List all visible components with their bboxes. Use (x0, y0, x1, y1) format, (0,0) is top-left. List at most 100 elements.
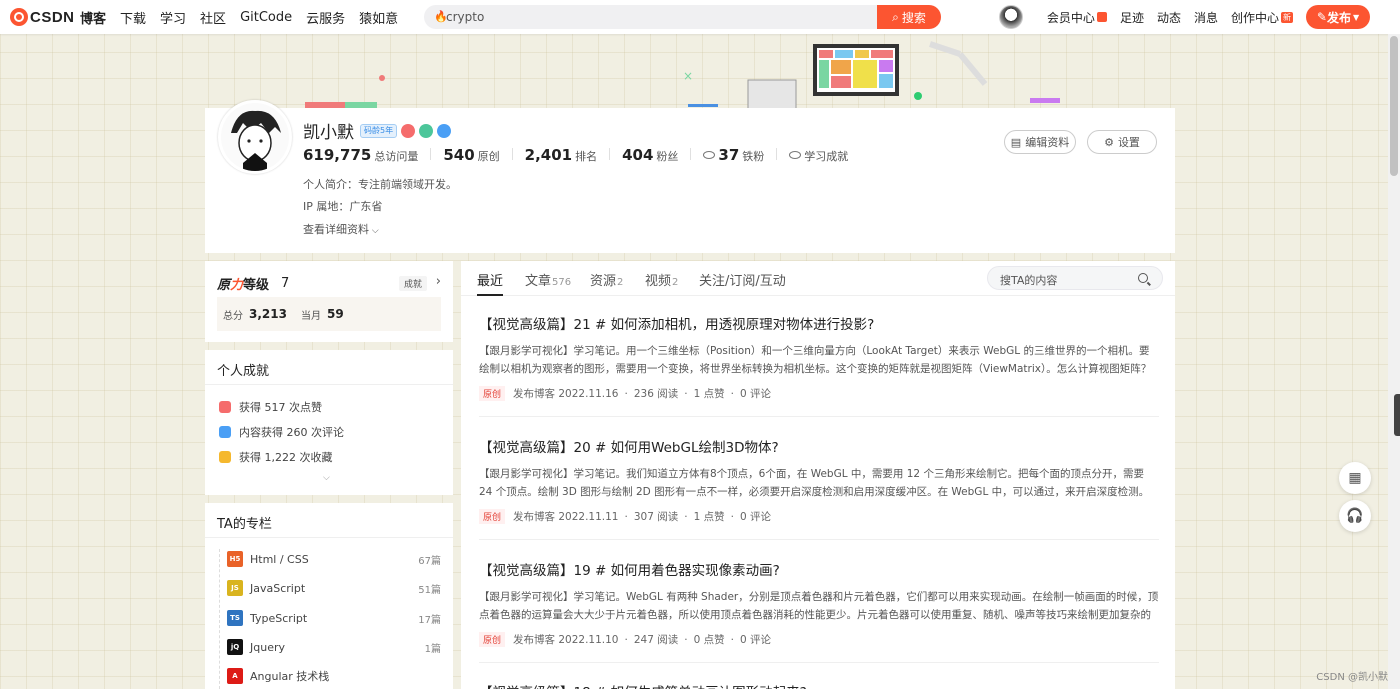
medal-red-icon[interactable] (401, 123, 416, 138)
stat-fans[interactable]: 404 粉丝 (622, 146, 678, 164)
top-navbar: CSDN 博客 下载 学习 社区 GitCode 云服务 猿如意 🔥 crypt… (0, 0, 1400, 34)
profile-details-link[interactable]: 查看详细资料 ⌵ (303, 221, 379, 237)
level-score-box: 总分 3,213 当月 59 (217, 297, 441, 331)
achievement-comments: 内容获得 260 次评论 (219, 424, 344, 440)
creator-center-link[interactable]: 创作中心新 (1231, 9, 1293, 26)
profile-intro: 个人简介：专注前端领域开发。 (303, 178, 457, 191)
column-item[interactable]: JS JavaScript 51篇 (227, 579, 441, 597)
achievements-title: 个人成就 (217, 364, 270, 379)
article-item[interactable]: 【视觉高级篇】18 # 如何生成简单动画让图形动起来? (479, 681, 1159, 689)
column-item[interactable]: jQ Jquery 1篇 (227, 638, 441, 656)
jquery-icon: jQ (227, 639, 243, 655)
vip-center-link[interactable]: 会员中心 (1047, 9, 1107, 26)
main-nav: 博客 下载 学习 社区 GitCode 云服务 猿如意 (80, 0, 412, 34)
nav-download[interactable]: 下载 (120, 8, 146, 27)
csdn-logo[interactable]: CSDN (10, 8, 75, 26)
article-desc: 【跟月影学可视化】学习笔记。用一个三维坐标（Position）和一个三维向量方向… (479, 345, 1152, 375)
scrollbar-thumb[interactable] (1390, 36, 1398, 176)
content-tabs: 最近 文章576 资源2 视频2 关注/订阅/互动 搜TA的内容 (461, 261, 1175, 296)
angular-icon: A (227, 668, 243, 684)
article-meta: 原创 发布博客 2022.11.10 · 247 阅读 · 0 点赞 · 0 评论 (479, 632, 1159, 647)
original-tag: 原创 (479, 632, 506, 647)
nav-community[interactable]: 社区 (200, 8, 226, 27)
tab-articles[interactable]: 文章576 (525, 270, 571, 289)
article-desc: 【跟月影学可视化】学习笔记。我们知道立方体有8个顶点，6个面，在 WebGL 中… (479, 468, 1150, 498)
article-title[interactable]: 【视觉高级篇】19 # 如何用着色器实现像素动画? (479, 559, 1159, 579)
achievement-likes: 获得 517 次点赞 (219, 399, 322, 415)
stat-visits[interactable]: 619,775 总访问量 (303, 146, 418, 164)
article-title[interactable]: 【视觉高级篇】18 # 如何生成简单动画让图形动起来? (479, 681, 1159, 689)
learning-achievement-link[interactable]: 学习成就 (789, 148, 848, 164)
nav-cloud[interactable]: 云服务 (306, 8, 345, 27)
profile-name-row: 凯小默 码龄5年 (303, 118, 452, 143)
user-avatar[interactable] (998, 5, 1023, 29)
article-meta: 原创 发布博客 2022.11.16 · 236 阅读 · 1 点赞 · 0 评论 (479, 386, 1159, 401)
article-item[interactable]: 【视觉高级篇】20 # 如何用WebGL绘制3D物体? 【跟月影学可视化】学习笔… (479, 436, 1159, 540)
gift-icon (1096, 12, 1107, 22)
eye-icon (703, 151, 716, 159)
edit-profile-button[interactable]: ▤ 编辑资料 (1004, 130, 1076, 154)
qrcode-button[interactable]: ▦ (1339, 462, 1371, 494)
javascript-icon: JS (227, 580, 243, 596)
tab-recent[interactable]: 最近 (477, 270, 503, 289)
years-badge[interactable]: 码龄5年 (360, 123, 398, 138)
tab-follow[interactable]: 关注/订阅/互动 (699, 270, 786, 289)
search-icon[interactable] (1138, 273, 1148, 283)
user-menu: 会员中心 足迹 动态 消息 创作中心新 ✎ 发布 ▼ (998, 0, 1400, 34)
customer-service-button[interactable]: 🎧 (1339, 500, 1371, 532)
medal-blue-icon[interactable] (437, 123, 452, 138)
profile-ip: IP 属地：广东省 (303, 200, 383, 213)
gear-icon: ⚙ (1104, 135, 1114, 149)
stat-original[interactable]: 540 原创 (443, 146, 499, 164)
profile-avatar[interactable] (218, 100, 292, 174)
qrcode-icon: ▦ (1348, 470, 1362, 486)
column-item[interactable]: TS TypeScript 17篇 (227, 609, 441, 627)
chevron-right-icon[interactable]: › (436, 274, 441, 289)
tab-resources[interactable]: 资源2 (590, 270, 623, 289)
side-handle[interactable] (1394, 394, 1400, 436)
nav-yuanruyi[interactable]: 猿如意 (359, 8, 398, 27)
columns-title: TA的专栏 (217, 517, 272, 532)
article-item[interactable]: 【视觉高级篇】21 # 如何添加相机，用透视原理对物体进行投影? 【跟月影学可视… (479, 313, 1159, 417)
search-ta-input[interactable]: 搜TA的内容 (987, 266, 1163, 290)
settings-button[interactable]: ⚙ 设置 (1087, 130, 1157, 154)
original-tag: 原创 (479, 509, 506, 524)
search-bar[interactable]: 🔥 crypto ⌕ 搜索 (424, 5, 941, 29)
article-title[interactable]: 【视觉高级篇】21 # 如何添加相机，用透视原理对物体进行投影? (479, 313, 1159, 333)
month-score: 59 (326, 307, 344, 321)
headset-icon: 🎧 (1346, 508, 1364, 524)
original-tag: 原创 (479, 386, 506, 401)
search-input[interactable]: crypto (446, 10, 484, 24)
eye-icon (789, 151, 802, 159)
watermark: CSDN @凯小默 (1316, 672, 1388, 683)
achievement-tag[interactable]: 成就 (398, 276, 427, 291)
column-item[interactable]: H5 Html / CSS 67篇 (227, 550, 441, 568)
stat-rank[interactable]: 2,401 排名 (525, 146, 597, 164)
nav-gitcode[interactable]: GitCode (240, 10, 292, 25)
search-button[interactable]: ⌕ 搜索 (877, 5, 941, 29)
avatar-image (221, 103, 289, 171)
publish-button[interactable]: ✎ 发布 ▼ (1306, 5, 1370, 29)
profile-card: 凯小默 码龄5年 619,775 总访问量 540 原创 2,401 排名 404 粉丝… (205, 100, 1175, 253)
edit-icon: ▤ (1010, 135, 1022, 149)
activity-link[interactable]: 动态 (1157, 9, 1181, 26)
messages-link[interactable]: 消息 (1194, 9, 1218, 26)
columns-card: TA的专栏 H5 Html / CSS 67篇 JS JavaScript 51篇 TS… (205, 503, 453, 689)
chevron-down-icon: ⌵ (369, 226, 379, 236)
achievement-favorites: 获得 1,222 次收藏 (219, 449, 332, 465)
profile-stats: 619,775 总访问量 540 原创 2,401 排名 404 粉丝 37 铁粉 学习成… (303, 146, 848, 164)
tab-videos[interactable]: 视频2 (645, 270, 678, 289)
profile-name: 凯小默 (303, 123, 354, 143)
level-value: 7 (281, 276, 290, 291)
level-title: 原力等级 7 (217, 276, 290, 293)
comment-badge-icon (219, 426, 231, 438)
footprint-link[interactable]: 足迹 (1120, 9, 1144, 26)
nav-blog[interactable]: 博客 (80, 8, 106, 27)
medal-green-icon[interactable] (419, 123, 434, 138)
nav-learn[interactable]: 学习 (160, 8, 186, 27)
article-item[interactable]: 【视觉高级篇】19 # 如何用着色器实现像素动画? 【跟月影学可视化】学习笔记。… (479, 559, 1159, 663)
article-title[interactable]: 【视觉高级篇】20 # 如何用WebGL绘制3D物体? (479, 436, 1159, 456)
column-item[interactable]: A Angular 技术栈 (227, 667, 441, 685)
expand-chevron-icon[interactable]: ⌵ (323, 473, 330, 483)
stat-iron-fans[interactable]: 37 铁粉 (703, 146, 764, 164)
